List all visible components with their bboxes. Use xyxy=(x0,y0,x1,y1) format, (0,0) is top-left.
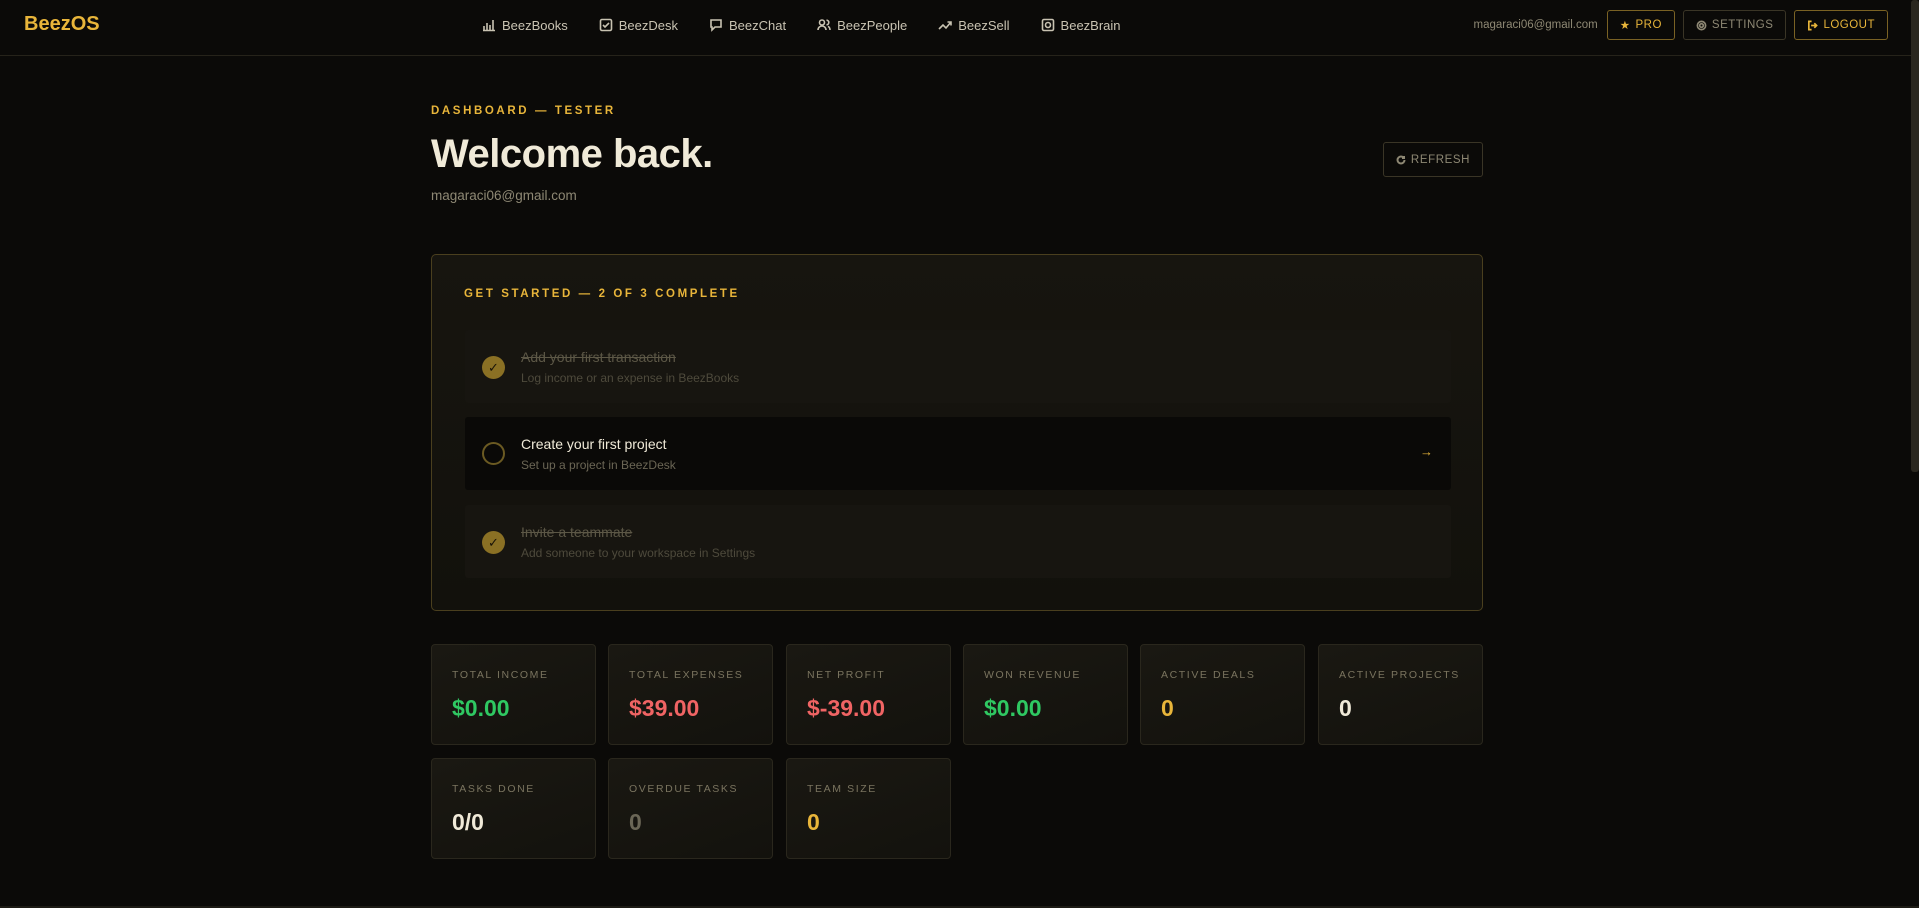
nav-label: BeezPeople xyxy=(837,17,908,33)
stat-active-deals: ACTIVE DEALS 0 xyxy=(1140,644,1305,745)
stat-label: TEAM SIZE xyxy=(807,783,877,795)
top-navbar: BeezOS BeezBooks BeezDesk BeezChat BeezP… xyxy=(0,0,1919,56)
chat-bubble-icon xyxy=(710,19,722,32)
stat-value: 0 xyxy=(807,809,820,835)
stat-label: TOTAL INCOME xyxy=(452,669,549,681)
page-title: Welcome back. xyxy=(431,132,713,176)
stat-active-projects: ACTIVE PROJECTS 0 xyxy=(1318,644,1483,745)
onboarding-step-invite[interactable]: ✓ Invite a teammate Add someone to your … xyxy=(465,505,1451,578)
step-title: Create your first project xyxy=(521,436,667,452)
stat-label: ACTIVE PROJECTS xyxy=(1339,669,1460,681)
nav-item-beezchat[interactable]: BeezChat xyxy=(709,15,786,35)
stat-total-income: TOTAL INCOME $0.00 xyxy=(431,644,596,745)
logout-button[interactable]: LOGOUT xyxy=(1794,10,1888,40)
bar-chart-icon xyxy=(483,20,495,32)
stat-value: $39.00 xyxy=(629,695,700,721)
pro-label: PRO xyxy=(1635,19,1662,31)
user-area: magaraci06@gmail.com ★ PRO SETTINGS LOGO… xyxy=(1474,10,1888,40)
gear-icon xyxy=(1696,20,1707,30)
onboarding-step-project[interactable]: Create your first project Set up a proje… xyxy=(465,417,1451,490)
page-user-email: magaraci06@gmail.com xyxy=(431,188,577,203)
stat-value: $-39.00 xyxy=(807,695,886,721)
refresh-icon xyxy=(1396,154,1406,164)
stat-label: OVERDUE TASKS xyxy=(629,783,739,795)
step-title: Invite a teammate xyxy=(521,524,633,540)
nav-label: BeezBrain xyxy=(1060,17,1121,33)
stat-overdue-tasks: OVERDUE TASKS 0 xyxy=(608,758,773,859)
nav-label: BeezSell xyxy=(958,17,1010,33)
star-icon: ★ xyxy=(1619,20,1631,32)
nav-item-beezbrain[interactable]: BeezBrain xyxy=(1041,15,1121,35)
stat-value: 0 xyxy=(1161,695,1174,721)
stat-value: 0 xyxy=(1339,695,1352,721)
step-description: Add someone to your workspace in Setting… xyxy=(521,546,756,560)
brain-box-icon xyxy=(1041,18,1054,32)
step-description: Log income or an expense in BeezBooks xyxy=(521,371,740,385)
stat-label: ACTIVE DEALS xyxy=(1161,669,1256,681)
stat-value: 0 xyxy=(629,809,642,835)
stat-net-profit: NET PROFIT $-39.00 xyxy=(786,644,951,745)
nav-item-beezbooks[interactable]: BeezBooks xyxy=(482,15,568,35)
page-eyebrow: DASHBOARD — TESTER xyxy=(431,105,616,117)
stat-label: TOTAL EXPENSES xyxy=(629,669,744,681)
stat-label: TASKS DONE xyxy=(452,783,535,795)
stat-value: $0.00 xyxy=(984,695,1042,721)
step-description: Set up a project in BeezDesk xyxy=(521,458,676,472)
pro-button[interactable]: ★ PRO xyxy=(1606,10,1675,40)
onboarding-step-transaction[interactable]: ✓ Add your first transaction Log income … xyxy=(465,330,1451,403)
arrow-right-icon: → xyxy=(1420,444,1433,459)
stat-total-expenses: TOTAL EXPENSES $39.00 xyxy=(608,644,773,745)
onboarding-card: GET STARTED — 2 OF 3 COMPLETE ✓ Add your… xyxy=(431,254,1483,611)
nav-item-beezdesk[interactable]: BeezDesk xyxy=(599,15,678,35)
stat-label: WON REVENUE xyxy=(984,669,1081,681)
main-nav: BeezBooks BeezDesk BeezChat BeezPeople B… xyxy=(482,15,1152,35)
stat-won-revenue: WON REVENUE $0.00 xyxy=(963,644,1128,745)
onboarding-title: GET STARTED — 2 OF 3 COMPLETE xyxy=(464,288,740,300)
logout-icon xyxy=(1808,20,1819,30)
settings-label: SETTINGS xyxy=(1711,19,1774,31)
people-icon xyxy=(817,19,831,31)
stat-value: $0.00 xyxy=(452,695,510,721)
settings-button[interactable]: SETTINGS xyxy=(1682,10,1787,40)
nav-item-beezsell[interactable]: BeezSell xyxy=(938,15,1010,35)
page-scrollbar[interactable] xyxy=(1911,0,1919,472)
header-user-email: magaraci06@gmail.com xyxy=(1473,19,1598,31)
stat-label: NET PROFIT xyxy=(807,669,886,681)
app-logo[interactable]: BeezOS xyxy=(24,13,100,36)
stat-team-size: TEAM SIZE 0 xyxy=(786,758,951,859)
stat-value: 0/0 xyxy=(452,809,484,835)
nav-label: BeezDesk xyxy=(618,17,679,33)
logout-label: LOGOUT xyxy=(1823,19,1875,31)
refresh-button[interactable]: REFRESH xyxy=(1383,142,1483,177)
nav-item-beezpeople[interactable]: BeezPeople xyxy=(817,15,907,35)
empty-circle-icon xyxy=(482,442,505,465)
check-icon: ✓ xyxy=(482,356,505,379)
stat-tasks-done: TASKS DONE 0/0 xyxy=(431,758,596,859)
trend-up-icon xyxy=(938,21,953,30)
checkbox-icon xyxy=(599,18,613,32)
step-title: Add your first transaction xyxy=(521,349,676,365)
check-icon: ✓ xyxy=(482,531,505,554)
nav-label: BeezChat xyxy=(729,17,787,33)
nav-label: BeezBooks xyxy=(502,17,568,33)
refresh-label: REFRESH xyxy=(1410,153,1471,166)
